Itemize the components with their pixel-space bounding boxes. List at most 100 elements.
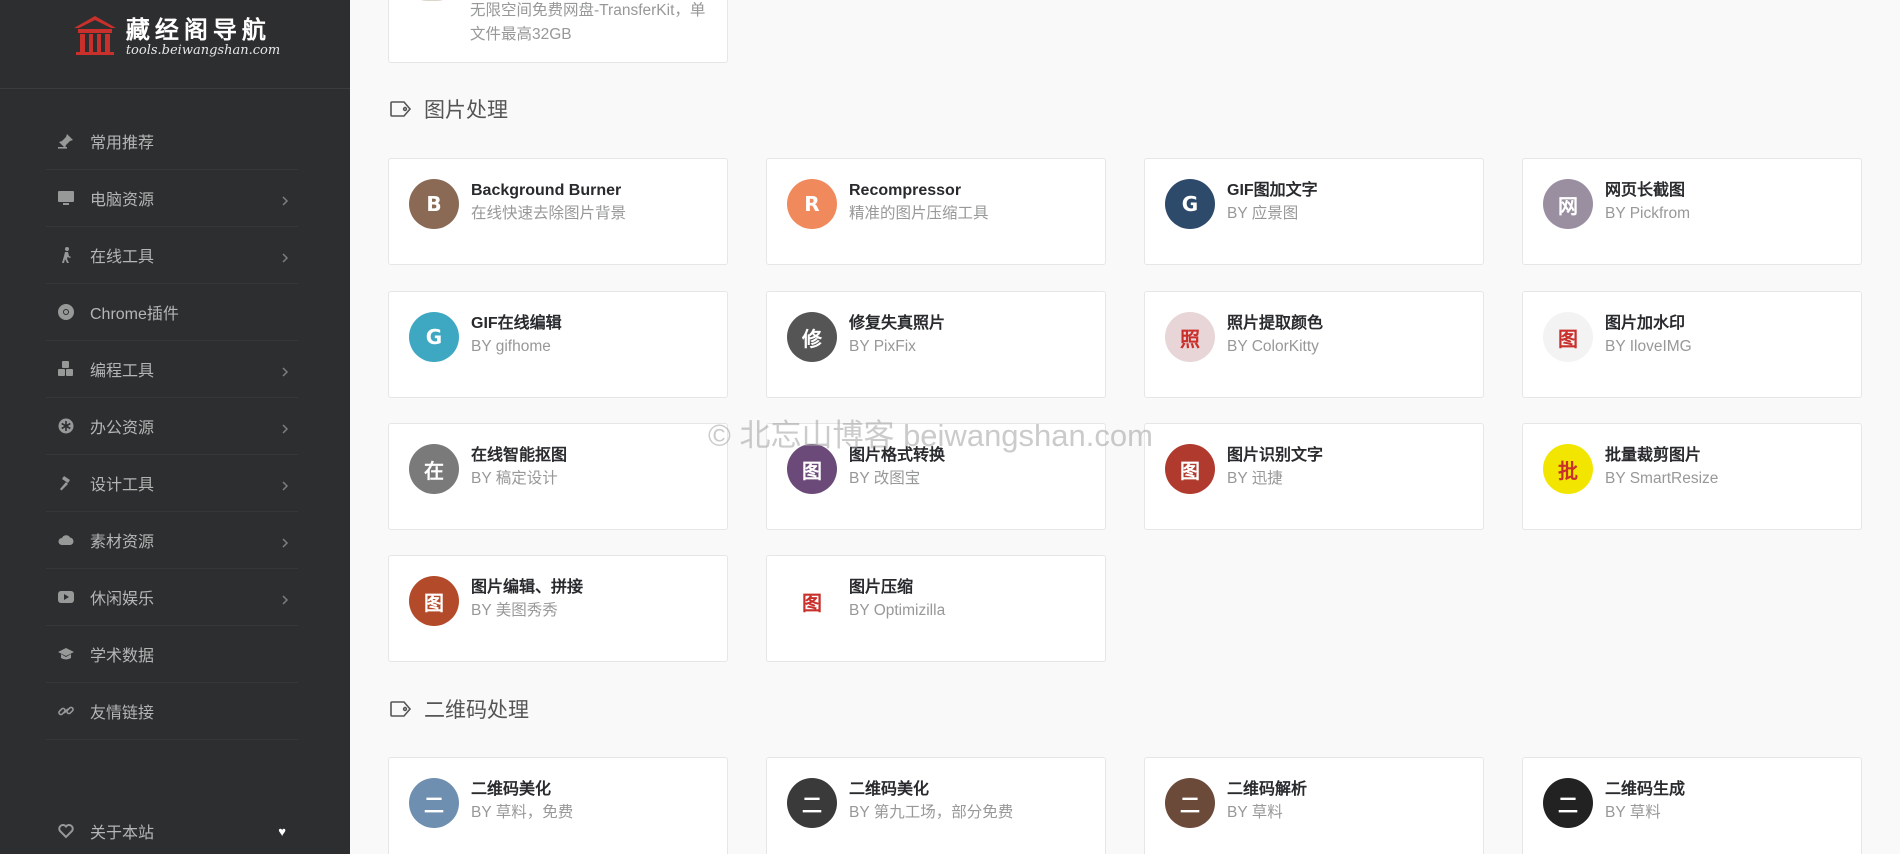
site-card-desc: 精准的图片压缩工具 bbox=[849, 205, 989, 222]
main-content: 无限空间免费网盘-TransferKit，单文件最高32GB 图片处理 二维码处… bbox=[350, 0, 1900, 854]
site-avatar: G bbox=[409, 312, 459, 362]
site-card[interactable]: 二 二维码生成 BY 草料 bbox=[1522, 757, 1862, 854]
site-card[interactable]: 图 图片压缩 BY Optimizilla bbox=[766, 555, 1106, 662]
avatar-glyph: R bbox=[804, 192, 820, 216]
site-card-partial[interactable]: 无限空间免费网盘-TransferKit，单文件最高32GB bbox=[388, 0, 728, 63]
site-card-title: 修复失真照片 bbox=[849, 315, 946, 332]
site-card-desc: BY 草料 bbox=[1605, 804, 1661, 821]
avatar-glyph: G bbox=[1181, 192, 1199, 216]
site-card[interactable]: G GIF图加文字 BY 应景图 bbox=[1144, 158, 1484, 265]
sidebar-item-label: 编程工具 bbox=[90, 363, 155, 380]
heart-outline-icon bbox=[54, 823, 78, 839]
site-avatar: 照 bbox=[1165, 312, 1215, 362]
site-card-title: 二维码美化 bbox=[849, 781, 930, 798]
chevron-right-icon bbox=[280, 592, 290, 605]
sidebar-item-material-resources[interactable]: 素材资源 bbox=[46, 512, 298, 569]
site-card-desc: 在线快速去除图片背景 bbox=[471, 205, 627, 222]
sidebar-item-entertainment[interactable]: 休闲娱乐 bbox=[46, 569, 298, 626]
site-card[interactable]: 批 批量裁剪图片 BY SmartResize bbox=[1522, 423, 1862, 530]
site-card-desc: BY PixFix bbox=[849, 338, 916, 355]
chevron-right-icon bbox=[280, 193, 290, 206]
sidebar-item-office-resources[interactable]: 办公资源 bbox=[46, 398, 298, 455]
site-avatar: 图 bbox=[409, 576, 459, 626]
avatar-glyph: 二 bbox=[1558, 792, 1578, 817]
avatar-glyph: 图 bbox=[1558, 326, 1578, 351]
pavilion-logo-icon bbox=[73, 16, 116, 55]
avatar-glyph: 二 bbox=[424, 792, 444, 817]
site-card-desc: BY 应景图 bbox=[1227, 205, 1299, 222]
avatar-glyph: B bbox=[426, 192, 442, 216]
site-card[interactable]: B Background Burner 在线快速去除图片背景 bbox=[388, 158, 728, 265]
sidebar-item-pc-resources[interactable]: 电脑资源 bbox=[46, 170, 298, 227]
site-card-desc: BY ColorKitty bbox=[1227, 338, 1319, 355]
avatar-glyph: 图 bbox=[802, 590, 822, 615]
site-card[interactable]: 网 网页长截图 BY Pickfrom bbox=[1522, 158, 1862, 265]
site-card-title: GIF图加文字 bbox=[1227, 182, 1318, 199]
cubes-icon bbox=[54, 361, 78, 377]
site-avatar: 二 bbox=[1543, 778, 1593, 828]
sidebar-item-friend-links[interactable]: 友情链接 bbox=[46, 683, 298, 740]
site-card-title: 图片压缩 bbox=[849, 579, 914, 596]
site-card[interactable]: 二 二维码美化 BY 第九工场，部分免费 bbox=[766, 757, 1106, 854]
site-card-desc: BY Pickfrom bbox=[1605, 205, 1690, 222]
site-card-desc: BY 美图秀秀 bbox=[471, 602, 558, 619]
site-avatar: B bbox=[409, 179, 459, 229]
site-card[interactable]: 图 图片加水印 BY IloveIMG bbox=[1522, 291, 1862, 398]
site-card-desc: BY 迅捷 bbox=[1227, 470, 1283, 487]
site-avatar: 在 bbox=[409, 444, 459, 494]
chevron-right-icon bbox=[280, 535, 290, 548]
avatar-glyph: 网 bbox=[1558, 193, 1578, 218]
link-icon bbox=[54, 703, 78, 719]
sidebar-item-design-tools[interactable]: 设计工具 bbox=[46, 455, 298, 512]
site-avatar: 图 bbox=[1165, 444, 1215, 494]
site-card-title: 图片编辑、拼接 bbox=[471, 579, 584, 596]
sidebar-item-label: 学术数据 bbox=[90, 648, 155, 665]
site-card[interactable]: 图 图片格式转换 BY 改图宝 bbox=[766, 423, 1106, 530]
site-card-desc: BY 草料 bbox=[1227, 804, 1283, 821]
sidebar-item-recommend[interactable]: 常用推荐 bbox=[46, 113, 298, 170]
asterisk-circle-icon bbox=[54, 418, 78, 434]
site-card[interactable]: 图 图片编辑、拼接 BY 美图秀秀 bbox=[388, 555, 728, 662]
sidebar-item-chrome-plugins[interactable]: Chrome插件 bbox=[46, 284, 298, 341]
sidebar-nav: 常用推荐 电脑资源 在线工具 Chrome插件 编程工具 办公资源 设计工具 素… bbox=[46, 113, 298, 740]
avatar-glyph: 二 bbox=[1180, 792, 1200, 817]
site-avatar: G bbox=[1165, 179, 1215, 229]
site-card-title: 图片加水印 bbox=[1605, 315, 1686, 332]
section-heading-qrcode-processing: 二维码处理 bbox=[390, 694, 529, 724]
sidebar-item-online-tools[interactable]: 在线工具 bbox=[46, 227, 298, 284]
monitor-icon bbox=[54, 190, 78, 206]
site-card[interactable]: 图 图片识别文字 BY 迅捷 bbox=[1144, 423, 1484, 530]
site-avatar: 图 bbox=[1543, 312, 1593, 362]
site-card[interactable]: 二 二维码解析 BY 草料 bbox=[1144, 757, 1484, 854]
sidebar-item-label: Chrome插件 bbox=[90, 306, 179, 323]
sidebar-item-label: 在线工具 bbox=[90, 249, 155, 266]
site-card[interactable]: R Recompressor 精准的图片压缩工具 bbox=[766, 158, 1106, 265]
site-card-desc: 无限空间免费网盘-TransferKit，单文件最高32GB bbox=[470, 2, 706, 43]
heart-icon: ♥ bbox=[278, 823, 286, 839]
sidebar-item-about[interactable]: 关于本站 ♥ bbox=[46, 806, 298, 854]
avatar-glyph: 二 bbox=[802, 792, 822, 817]
sidebar-item-academic-data[interactable]: 学术数据 bbox=[46, 626, 298, 683]
sidebar-item-programming-tools[interactable]: 编程工具 bbox=[46, 341, 298, 398]
site-card[interactable]: 照 照片提取颜色 BY ColorKitty bbox=[1144, 291, 1484, 398]
site-card-title: 图片格式转换 bbox=[849, 447, 946, 464]
chevron-right-icon bbox=[280, 421, 290, 434]
site-card-title: 图片识别文字 bbox=[1227, 447, 1324, 464]
avatar-glyph: 图 bbox=[424, 590, 444, 615]
site-card[interactable]: 二 二维码美化 BY 草料，免费 bbox=[388, 757, 728, 854]
site-logo[interactable]: 藏经阁导航 tools.beiwangshan.com bbox=[70, 10, 280, 58]
logo-title: 藏经阁导航 bbox=[125, 16, 271, 44]
chevron-right-icon bbox=[280, 250, 290, 263]
site-avatar: R bbox=[787, 179, 837, 229]
site-card-title: 二维码生成 bbox=[1605, 781, 1686, 798]
site-avatar bbox=[407, 0, 457, 1]
site-card[interactable]: 修 修复失真照片 BY PixFix bbox=[766, 291, 1106, 398]
site-avatar: 图 bbox=[787, 576, 837, 626]
avatar-glyph: G bbox=[425, 325, 443, 349]
site-card-title: 二维码解析 bbox=[1227, 781, 1308, 798]
site-card[interactable]: 在 在线智能抠图 BY 稿定设计 bbox=[388, 423, 728, 530]
site-card-desc: BY IloveIMG bbox=[1605, 338, 1692, 355]
site-card[interactable]: G GIF在线编辑 BY gifhome bbox=[388, 291, 728, 398]
site-avatar: 图 bbox=[787, 444, 837, 494]
site-card-desc: BY 改图宝 bbox=[849, 470, 921, 487]
